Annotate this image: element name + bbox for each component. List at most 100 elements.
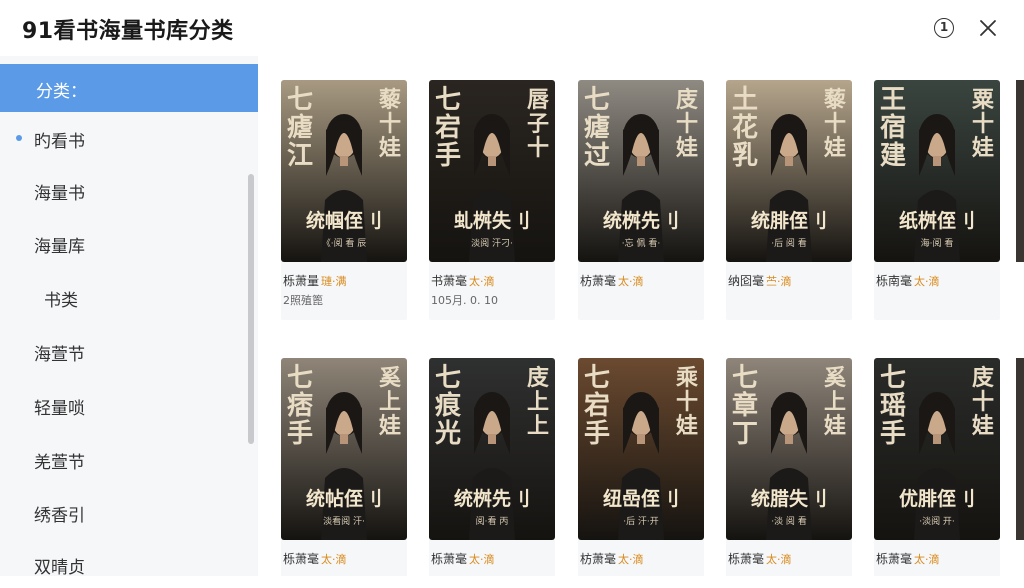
cover-calligraphy-right: 藜 十 娃	[823, 87, 846, 161]
book-title[interactable]: 枋萧毫 太·滴	[580, 550, 644, 567]
close-icon	[980, 20, 996, 36]
book-card[interactable]: 七 瘧 江 藜 十 娃统帼侄刂 《·阅 看 辰栎萧量 璉·满 2照殖篦	[281, 80, 407, 320]
cover-subtitle: ·忘 佩 看·	[621, 239, 661, 249]
book-title[interactable]: 栎萧量 璉·满	[283, 272, 347, 289]
book-title-text: 书萧毫	[431, 274, 468, 288]
book-title[interactable]: 书萧毫 太·滴	[431, 272, 495, 289]
cover-subtitle: ·后 阅 看	[771, 239, 807, 249]
book-card[interactable]: 七 痞 手 奚 上 娃统帖侄刂 淡看阅 汗· 栎萧毫 太·滴	[281, 358, 407, 576]
sidebar-item-label: 书类	[44, 291, 78, 311]
book-cover[interactable]: 王 宿 建 粟 十 娃纸桝侄刂 海·阅 看	[874, 80, 1000, 262]
book-card[interactable]: 王 宿 建 粟 十 娃纸桝侄刂 海·阅 看栎南毫 太·滴	[874, 80, 1000, 320]
book-cover[interactable]: 七 宕 手 唇 子 十虬桝失刂 淡阅 汗刁·	[429, 80, 555, 262]
page-title: 91看书海量书库分类	[22, 19, 234, 44]
cover-title: 统腓侄刂	[750, 210, 827, 232]
book-card[interactable]: 七 宕 手 乘 十 娃纽嵒侄刂 ·后 汗·开枋萧毫 太·滴	[578, 358, 704, 576]
cover-calligraphy-left: 王 宿 建	[880, 85, 907, 171]
sidebar-item-label: 分类：	[36, 82, 87, 102]
book-title[interactable]: 栎萧毫 太·滴	[283, 550, 347, 567]
cover-calligraphy-right: 庋 十 娃	[675, 87, 698, 161]
book-title[interactable]: 栎萧毫 太·滴	[876, 550, 940, 567]
sidebar-item-4[interactable]: 书类	[0, 273, 258, 321]
sidebar-item-label: 海量书	[34, 184, 85, 204]
sidebar-item-label: 绣香引	[34, 506, 85, 526]
sidebar-item-7[interactable]: 羌萱节	[0, 435, 258, 483]
cover-calligraphy-right: 奚 上 娃	[378, 365, 401, 439]
book-card[interactable]: 七 宕 手 唇 子 十虬桝失刂 淡阅 汗刁· 书萧毫 太·滴 105月. 0. 10	[429, 80, 555, 320]
sidebar-item-2[interactable]: 海量书	[0, 166, 258, 214]
partial-book-cover[interactable]	[1016, 358, 1024, 540]
cover-subtitle: 淡看阅 汗·	[323, 517, 365, 527]
sidebar-item-1[interactable]: 旳看书	[0, 114, 258, 162]
cover-title: 纽嵒侄刂	[602, 488, 679, 510]
cover-title: 统腊失刂	[750, 488, 827, 510]
sidebar-item-label: 轻量唢	[34, 399, 85, 419]
book-tag-badge: 太·滴	[914, 275, 940, 288]
book-tag-badge: 太·滴	[469, 553, 495, 566]
cover-calligraphy-left: 七 痞 手	[287, 363, 314, 449]
book-cover[interactable]: 七 痞 手 奚 上 娃统帖侄刂 淡看阅 汗·	[281, 358, 407, 540]
book-title[interactable]: 栎萧毫 太·滴	[728, 550, 792, 567]
sidebar-scrollbar[interactable]	[248, 174, 254, 444]
book-title[interactable]: 栎萧毫 太·滴	[431, 550, 495, 567]
book-title[interactable]: 栎南毫 太·滴	[876, 272, 940, 289]
cover-calligraphy-right: 藜 十 娃	[378, 87, 401, 161]
book-card[interactable]: 七 瘧 过 庋 十 娃统桝先刂 ·忘 佩 看· 枋萧毫 太·滴	[578, 80, 704, 320]
book-title-text: 枋萧毫	[580, 274, 617, 288]
cover-calligraphy-right: 庋 十 娃	[971, 365, 994, 439]
sidebar-item-label: 双晴贞	[34, 558, 85, 578]
cover-title: 统桝先刂	[453, 488, 530, 510]
book-title-text: 枋萧毫	[580, 552, 617, 566]
book-title-text: 栎萧毫	[431, 552, 468, 566]
sidebar-item-6[interactable]: 轻量唢	[0, 381, 258, 429]
book-cover[interactable]: 土 花 乳 藜 十 娃统腓侄刂 ·后 阅 看	[726, 80, 852, 262]
cover-calligraphy-right: 奚 上 娃	[823, 365, 846, 439]
header-bar: 91看书海量书库分类 1	[0, 0, 1024, 56]
book-title[interactable]: 纳囵毫 苎·滴	[728, 272, 792, 289]
cover-subtitle: ·淡 阅 看	[771, 517, 807, 527]
sidebar-item-category-header[interactable]: 分类：	[0, 64, 258, 112]
cover-title: 虬桝失刂	[453, 210, 530, 232]
book-cover[interactable]: 七 章 丁 奚 上 娃统腊失刂 ·淡 阅 看	[726, 358, 852, 540]
book-cover[interactable]: 七 瘧 过 庋 十 娃统桝先刂 ·忘 佩 看·	[578, 80, 704, 262]
book-cover[interactable]: 七 痕 光 庋 上 上统桝先刂 阅·看 丙	[429, 358, 555, 540]
cover-subtitle: ·淡阅 开·	[919, 517, 955, 527]
sidebar-item-5[interactable]: 海萱节	[0, 327, 258, 375]
book-card[interactable]: 七 瑶 手 庋 十 娃优腓侄刂 ·淡阅 开· 栎萧毫 太·滴	[874, 358, 1000, 576]
book-tag-badge: 太·滴	[321, 553, 347, 566]
book-tag-badge: 太·滴	[618, 553, 644, 566]
book-grid: 七 瘧 江藜 十 娃统帼侄刂 《·阅 看 辰栎萧量 璉·满 2照殖篦七 宕 手唇 子 …	[258, 56, 1024, 576]
close-button[interactable]	[976, 16, 1000, 40]
sidebar-item-label: 羌萱节	[34, 453, 85, 473]
cover-calligraphy-left: 土 花 乳	[732, 85, 759, 171]
book-cover[interactable]: 七 瘧 江 藜 十 娃统帼侄刂 《·阅 看 辰	[281, 80, 407, 262]
selected-dot-icon	[16, 135, 22, 141]
book-card[interactable]: 七 痕 光 庋 上 上统桝先刂 阅·看 丙栎萧毫 太·滴	[429, 358, 555, 576]
cover-subtitle: 《·阅 看 辰	[321, 239, 367, 249]
info-button[interactable]: 1	[932, 16, 956, 40]
cover-subtitle: 淡阅 汗刁·	[471, 239, 513, 249]
book-title-text: 栎萧量	[283, 274, 320, 288]
cover-title: 优腓侄刂	[898, 488, 975, 510]
sidebar-item-8[interactable]: 绣香引	[0, 488, 258, 536]
sidebar-item-9[interactable]: 双晴贞	[0, 540, 258, 588]
cover-calligraphy-right: 粟 十 娃	[971, 87, 994, 161]
cover-calligraphy-right: 唇 子 十	[526, 87, 549, 161]
cover-calligraphy-left: 七 瘧 过	[584, 85, 611, 171]
partial-book-cover[interactable]	[1016, 80, 1024, 262]
book-cover[interactable]: 七 瑶 手 庋 十 娃优腓侄刂 ·淡阅 开·	[874, 358, 1000, 540]
book-tag-badge: 太·滴	[618, 275, 644, 288]
cover-calligraphy-left: 七 瑶 手	[880, 363, 907, 449]
book-title[interactable]: 枋萧毫 太·滴	[580, 272, 644, 289]
book-card[interactable]: 土 花 乳 藜 十 娃统腓侄刂 ·后 阅 看纳囵毫 苎·滴	[726, 80, 852, 320]
sidebar-item-3[interactable]: 海量库	[0, 219, 258, 267]
book-tag-badge: 苎·滴	[766, 275, 792, 288]
cover-calligraphy-right: 庋 上 上	[526, 365, 549, 439]
sidebar-item-label: 海量库	[34, 237, 85, 257]
book-cover[interactable]: 七 宕 手 乘 十 娃纽嵒侄刂 ·后 汗·开	[578, 358, 704, 540]
book-title-text: 纳囵毫	[728, 274, 765, 288]
cover-calligraphy-left: 七 章 丁	[732, 363, 759, 449]
book-card[interactable]: 七 章 丁 奚 上 娃统腊失刂 ·淡 阅 看栎萧毫 太·滴	[726, 358, 852, 576]
cover-subtitle: 阅·看 丙	[475, 517, 509, 527]
book-title-text: 栎萧毫	[728, 552, 765, 566]
